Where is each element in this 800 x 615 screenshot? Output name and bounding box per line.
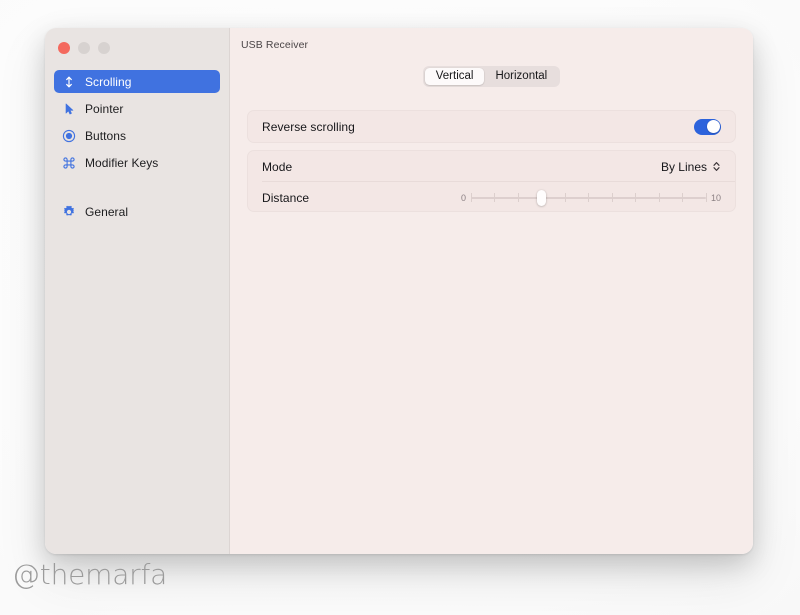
app-window: Scrolling Pointer Buttons Modifier Keys … [45,28,753,554]
reverse-scrolling-card: Reverse scrolling [247,110,736,143]
chevron-up-down-icon [712,160,721,173]
toggle-knob [706,120,720,133]
slider-tick [470,192,472,202]
sidebar-item-label: Pointer [85,101,124,116]
slider-thumb[interactable] [536,189,546,206]
distance-slider-area: 0 10 [461,189,721,207]
reverse-scrolling-label: Reverse scrolling [262,119,355,134]
minimize-button-icon[interactable] [78,42,90,54]
slider-tick [635,192,637,202]
tab-vertical[interactable]: Vertical [424,68,485,85]
slider-tick [588,192,590,202]
tab-horizontal[interactable]: Horizontal [484,68,558,85]
reverse-scrolling-control [694,118,721,135]
zoom-button-icon[interactable] [98,42,110,54]
slider-tick [705,192,707,202]
command-key-icon [62,156,76,170]
slider-tick-marks [470,192,707,203]
scroll-settings-card: Mode By Lines Distance 0 10 [247,150,736,212]
scroll-vertical-arrows-icon [62,75,76,89]
cursor-arrow-icon [62,102,76,116]
watermark-text: @themarfa [12,558,168,591]
distance-slider[interactable] [470,189,707,207]
mode-value: By Lines [660,159,707,174]
reverse-scrolling-row: Reverse scrolling [248,111,735,142]
slider-tick [494,192,496,202]
sidebar: Scrolling Pointer Buttons Modifier Keys … [45,28,230,554]
sidebar-item-label: Scrolling [85,74,132,89]
sidebar-item-scrolling[interactable]: Scrolling [54,70,220,93]
distance-label: Distance [262,190,310,205]
gear-icon [62,205,76,219]
window-traffic-lights [45,28,229,68]
sidebar-item-label: Buttons [85,128,127,143]
distance-max-label: 10 [710,192,721,203]
distance-min-label: 0 [460,192,466,203]
sidebar-item-label: General [85,204,129,219]
scroll-axis-segmented-control-wrapper: Vertical Horizontal [230,66,753,87]
scroll-axis-segmented-control: Vertical Horizontal [422,66,561,87]
sidebar-item-buttons[interactable]: Buttons [54,124,220,147]
reverse-scrolling-toggle[interactable] [694,118,721,135]
content-pane: USB Receiver Vertical Horizontal Reverse… [230,28,753,554]
distance-row: Distance 0 10 [248,182,735,213]
sidebar-item-general[interactable]: General [54,200,220,223]
mode-label: Mode [262,159,293,174]
slider-tick [682,192,684,202]
sidebar-item-list: Scrolling Pointer Buttons Modifier Keys … [45,70,229,223]
sidebar-item-label: Modifier Keys [85,155,159,170]
slider-tick [517,192,519,202]
sidebar-item-modifier-keys[interactable]: Modifier Keys [54,151,220,174]
close-button-icon[interactable] [58,42,70,54]
mode-row: Mode By Lines [248,151,735,182]
slider-tick [564,192,566,202]
slider-tick [658,192,660,202]
device-name-label: USB Receiver [241,39,309,51]
slider-tick [611,192,613,202]
radio-circle-icon [62,129,76,143]
mode-popup-button[interactable]: By Lines [661,160,721,174]
sidebar-item-pointer[interactable]: Pointer [54,97,220,120]
